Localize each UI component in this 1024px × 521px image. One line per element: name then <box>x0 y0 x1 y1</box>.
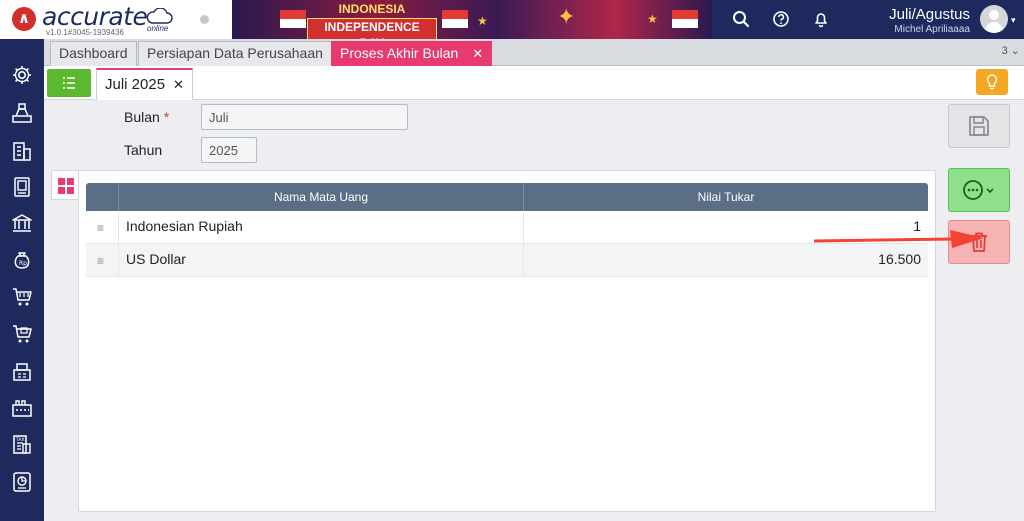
currency-name: US Dollar <box>126 251 186 267</box>
cloud-icon <box>146 8 173 24</box>
logo-sub: online <box>147 24 169 33</box>
gear-icon[interactable] <box>10 63 34 87</box>
column-header-nilai-tukar[interactable]: Nilai Tukar <box>523 183 928 211</box>
grid-icon <box>58 178 74 194</box>
table-header: Nama Mata Uang Nilai Tukar <box>86 183 928 211</box>
exchange-rate: 16.500 <box>878 251 921 267</box>
tahun-field[interactable]: 2025 <box>201 137 257 163</box>
money-bag-icon[interactable]: Rp <box>10 248 34 272</box>
banner-line2: INDEPENDENCE DAY <box>307 18 437 39</box>
list-view-button[interactable] <box>47 69 91 97</box>
main-content: Bulan * Juli Tahun 2025 Nama Mata Uang Ni… <box>44 100 1024 521</box>
banner-title: INDONESIA INDEPENDENCE DAY <box>307 3 437 39</box>
lightbulb-icon <box>986 74 998 90</box>
bell-icon[interactable] <box>811 9 831 29</box>
column-header-nama-mata-uang[interactable]: Nama Mata Uang <box>118 183 523 211</box>
tab-count-dropdown[interactable]: 3 ⌄ <box>1002 44 1020 57</box>
tahun-label: Tahun <box>124 142 163 158</box>
table-row[interactable]: ≡ US Dollar 16.500 <box>86 244 928 277</box>
list-icon <box>63 77 75 89</box>
factory-icon[interactable] <box>10 396 34 420</box>
cart-icon[interactable] <box>10 285 34 309</box>
report-icon[interactable] <box>10 470 34 494</box>
star-icon: ★ <box>477 14 488 28</box>
tab-persiapan-data[interactable]: Persiapan Data Perusahaan <box>138 41 332 66</box>
grid-view-tab[interactable] <box>51 170 79 200</box>
chevron-down-icon: ⌄ <box>1010 45 1020 57</box>
top-bar: ∧ accurate online v1.0.1#3045-1939436 IN… <box>0 0 1024 39</box>
bank-icon[interactable] <box>10 211 34 235</box>
user-name: Michel Apriliaaaa <box>894 24 970 35</box>
svg-text:TAX: TAX <box>15 437 25 443</box>
save-button[interactable] <box>948 104 1010 148</box>
logo-area[interactable]: ∧ accurate online v1.0.1#3045-1939436 <box>0 0 232 39</box>
scale-icon[interactable] <box>10 101 34 125</box>
close-icon[interactable]: ✕ <box>173 77 184 92</box>
ledger-icon[interactable] <box>10 175 34 199</box>
star-icon: ★ <box>647 12 658 26</box>
tab-juli-2025[interactable]: Juli 2025 ✕ <box>96 68 193 100</box>
tab-label: Persiapan Data Perusahaan <box>147 45 323 61</box>
logo-text: accurate <box>42 2 148 31</box>
tab-dashboard[interactable]: Dashboard <box>50 41 137 66</box>
tax-icon[interactable]: TAX <box>10 433 34 457</box>
status-dot <box>200 15 209 24</box>
more-options-icon <box>963 180 994 200</box>
sales-cart-icon[interactable] <box>10 322 34 346</box>
tab-label: Proses Akhir Bulan <box>340 45 459 61</box>
main-tabbar: Dashboard Persiapan Data Perusahaan Pros… <box>44 39 1024 66</box>
sidebar: Rp TAX <box>0 39 44 521</box>
annotation-arrow-icon <box>814 230 984 248</box>
independence-banner: INDONESIA INDEPENDENCE DAY ★ ✦ ★ <box>232 0 712 39</box>
currency-name: Indonesian Rupiah <box>126 218 243 234</box>
banner-line1: INDONESIA <box>338 2 406 16</box>
building-icon[interactable] <box>10 139 34 163</box>
garuda-icon: ✦ <box>557 4 576 29</box>
drag-handle-icon[interactable]: ≡ <box>97 254 104 268</box>
app-window: ∧ accurate online v1.0.1#3045-1939436 IN… <box>0 0 1024 521</box>
search-icon[interactable] <box>731 9 751 29</box>
currency-panel: Nama Mata Uang Nilai Tukar ≡ Indonesian … <box>78 170 936 512</box>
more-options-button[interactable] <box>948 168 1010 212</box>
accurate-logo-icon: ∧ <box>12 7 36 31</box>
avatar[interactable] <box>980 5 1008 33</box>
tab-label: Juli 2025 <box>105 76 166 93</box>
close-icon[interactable]: ✕ <box>472 46 483 61</box>
table-row[interactable]: ≡ Indonesian Rupiah 1 <box>86 211 928 244</box>
flag-icon <box>442 10 468 28</box>
tab-proses-akhir-bulan[interactable]: Proses Akhir Bulan ✕ <box>331 41 493 66</box>
tab-label: Dashboard <box>59 45 128 61</box>
period-label[interactable]: Juli/Agustus <box>875 6 970 23</box>
warehouse-icon[interactable] <box>10 360 34 384</box>
bulan-field[interactable]: Juli <box>201 104 408 130</box>
tips-button[interactable] <box>976 69 1008 95</box>
svg-text:Rp: Rp <box>19 260 27 267</box>
flag-icon <box>280 10 306 28</box>
flag-icon <box>672 10 698 28</box>
version-text: v1.0.1#3045-1939436 <box>46 28 124 37</box>
drag-handle-icon[interactable]: ≡ <box>97 221 104 235</box>
bulan-label: Bulan * <box>124 109 170 125</box>
help-icon[interactable] <box>771 9 791 29</box>
chevron-down-icon[interactable]: ▾ <box>1011 15 1016 26</box>
save-icon <box>969 116 989 136</box>
sub-tabbar: Juli 2025 ✕ <box>44 66 1024 100</box>
